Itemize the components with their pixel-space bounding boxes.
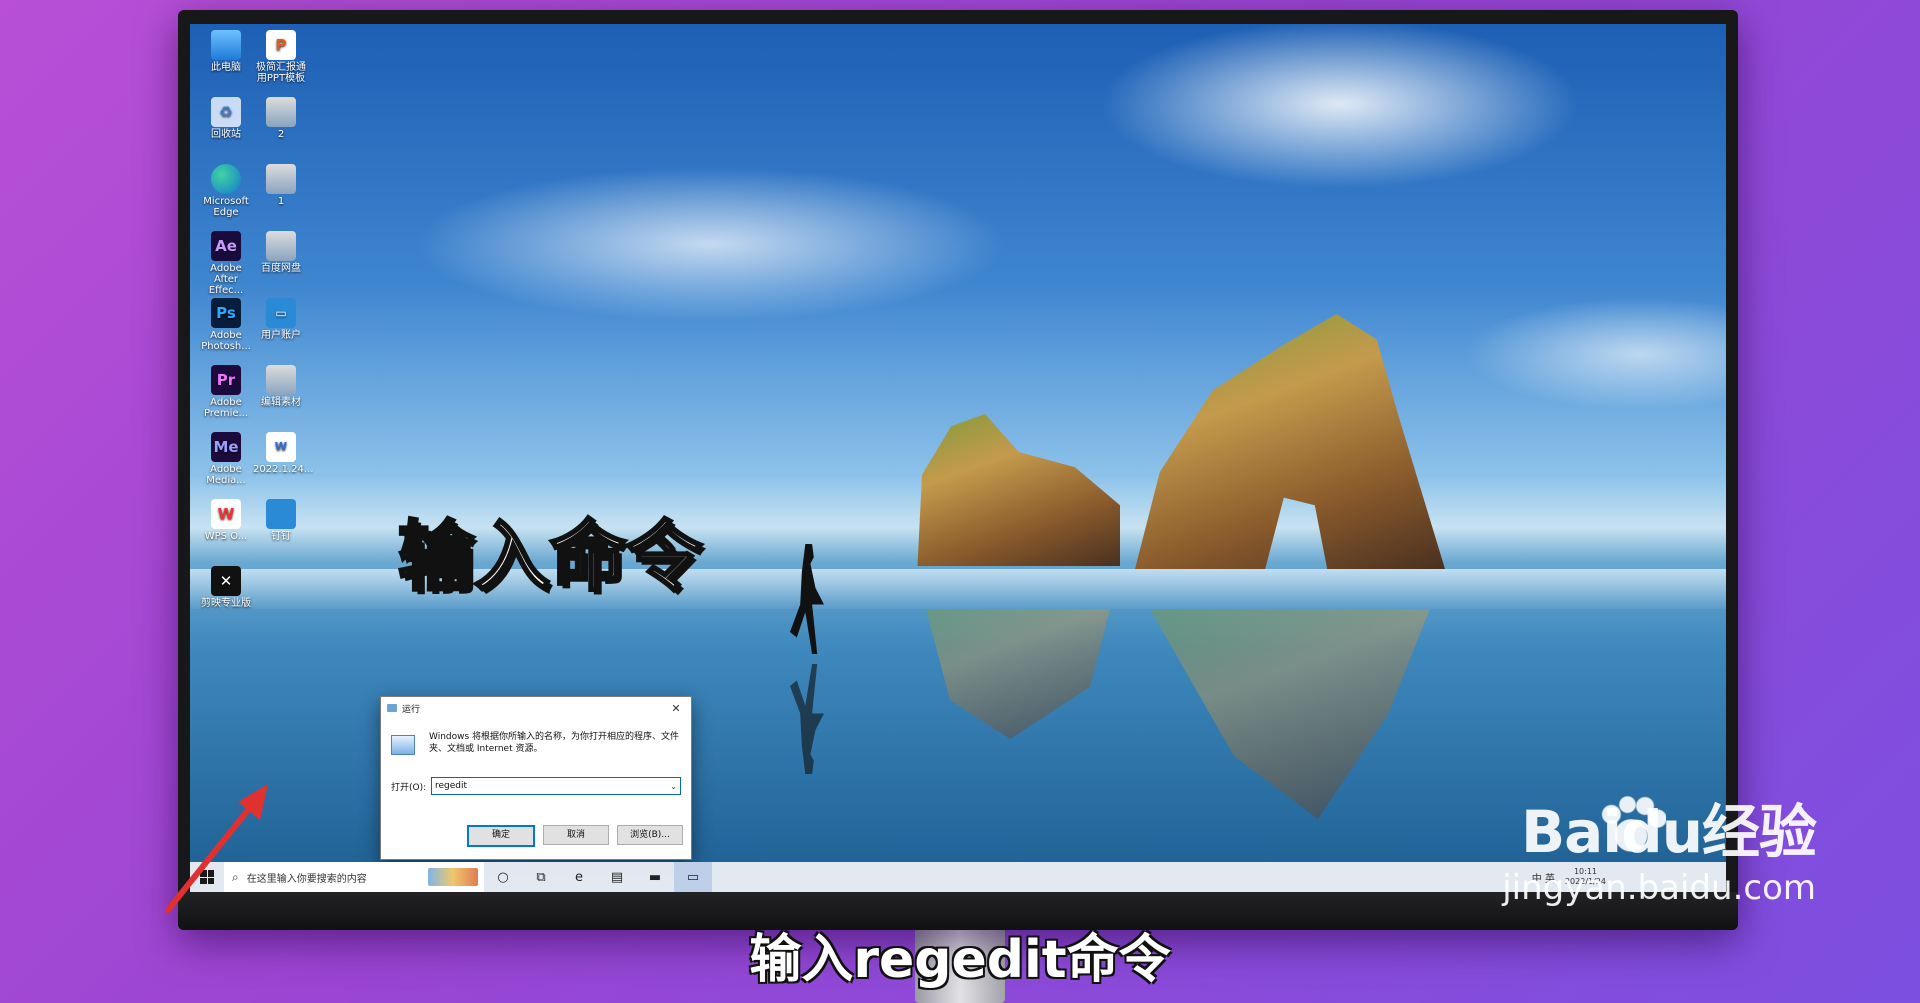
watermark-domain: jingyan.baidu.com bbox=[1502, 868, 1816, 908]
desktop-icon[interactable]: P 极简汇报通用PPT模板 bbox=[253, 30, 309, 84]
run-dialog-title: 运行 bbox=[402, 704, 421, 715]
run-dialog-description: Windows 将根据你所输入的名称，为你打开相应的程序、文件夹、文档或 Int… bbox=[429, 732, 680, 754]
desktop-screen: 此电脑 P 极简汇报通用PPT模板 ♻ 回收站 2 Microsoft Edge 1 Ae Ado… bbox=[190, 24, 1726, 892]
desktop-icon-label: Microsoft Edge bbox=[203, 196, 249, 218]
desktop-icon[interactable]: 百度网盘 bbox=[253, 231, 309, 274]
edge-taskbar-icon[interactable]: e bbox=[560, 862, 598, 892]
desktop-icon[interactable]: Pr Adobe Premie... bbox=[198, 365, 254, 419]
desktop-icon[interactable]: 1 bbox=[253, 164, 309, 207]
desktop-icon-label: 此电脑 bbox=[211, 62, 241, 73]
image-file-icon bbox=[266, 97, 296, 127]
browse-button[interactable]: 浏览(B)... bbox=[617, 825, 683, 845]
image-file-icon bbox=[266, 365, 296, 395]
desktop-icon[interactable]: 钉钉 bbox=[253, 499, 309, 542]
desktop-icon-label: Adobe Media... bbox=[206, 464, 246, 486]
wps-icon: W bbox=[211, 499, 241, 529]
video-subtitle: 输入regedit命令 bbox=[749, 930, 1171, 990]
desktop-icon[interactable]: W 2022.1.24... bbox=[253, 432, 313, 475]
desktop-icon[interactable]: 2 bbox=[253, 97, 309, 140]
desktop-icon-label: 回收站 bbox=[211, 129, 241, 140]
baidu-paw-icon bbox=[1596, 792, 1666, 862]
recycle-bin-icon: ♻ bbox=[211, 97, 241, 127]
desktop-icon[interactable]: Me Adobe Media... bbox=[198, 432, 254, 486]
desktop-icon[interactable]: Ps Adobe Photosh... bbox=[198, 298, 254, 352]
premiere-icon: Pr bbox=[211, 365, 241, 395]
app-taskbar-icon[interactable]: ▤ bbox=[598, 862, 636, 892]
desktop-icon[interactable]: ✕ 剪映专业版 bbox=[198, 566, 254, 609]
run-dialog: 运行 ✕ Windows 将根据你所输入的名称，为你打开相应的程序、文件夹、文档… bbox=[380, 696, 692, 860]
edge-icon bbox=[211, 164, 241, 194]
chevron-down-icon[interactable]: ⌄ bbox=[670, 782, 677, 791]
ok-button[interactable]: 确定 bbox=[467, 825, 535, 847]
run-icon bbox=[387, 704, 397, 712]
doc-file-icon: W bbox=[266, 432, 296, 462]
desktop-icon[interactable]: ▭ 用户账户 bbox=[253, 298, 309, 341]
desktop-icon-label: 剪映专业版 bbox=[201, 598, 251, 609]
image-file-icon bbox=[266, 164, 296, 194]
desktop-icon[interactable]: ♻ 回收站 bbox=[198, 97, 254, 140]
wallpaper-rock-right bbox=[1135, 314, 1445, 569]
web-shortcut-icon: ▭ bbox=[266, 298, 296, 328]
file-explorer-icon[interactable]: ▬ bbox=[636, 862, 674, 892]
cancel-button[interactable]: 取消 bbox=[543, 825, 609, 845]
image-file-icon bbox=[266, 231, 296, 261]
run-taskbar-icon[interactable]: ▭ bbox=[674, 862, 712, 892]
wallpaper-reflection-left bbox=[926, 609, 1110, 739]
wallpaper-reflection-right bbox=[1150, 609, 1430, 819]
desktop-icon-label: 用户账户 bbox=[261, 330, 301, 341]
monitor-frame: 此电脑 P 极简汇报通用PPT模板 ♻ 回收站 2 Microsoft Edge 1 Ae Ado… bbox=[178, 10, 1738, 930]
desktop-icon[interactable]: 此电脑 bbox=[198, 30, 254, 73]
photoshop-icon: Ps bbox=[211, 298, 241, 328]
run-dialog-titlebar[interactable]: 运行 ✕ bbox=[381, 697, 691, 719]
desktop-icon-label: 钉钉 bbox=[271, 531, 291, 542]
desktop-icon-label: Adobe Photosh... bbox=[201, 330, 251, 352]
taskbar: ⌕ 在这里输入你要搜索的内容 ○ ⧉ e ▤ ▬ ▭ 中 英 10:11 2022/1/2… bbox=[190, 862, 1726, 892]
desktop-icon-label: 2 bbox=[277, 129, 285, 140]
media-encoder-icon: Me bbox=[211, 432, 241, 462]
after-effects-icon: Ae bbox=[211, 231, 241, 261]
desktop-icon-label: 2022.1.24... bbox=[253, 464, 314, 475]
run-app-icon bbox=[391, 735, 415, 755]
desktop-icon-label: 1 bbox=[277, 196, 285, 207]
close-icon[interactable]: ✕ bbox=[667, 702, 685, 715]
desktop-icon[interactable]: Microsoft Edge bbox=[198, 164, 254, 218]
wallpaper-runner-reflection bbox=[790, 664, 824, 774]
pc-icon bbox=[211, 30, 241, 60]
desktop-icon-label: Adobe After Effec... bbox=[208, 263, 244, 296]
desktop-icon-label: 编辑素材 bbox=[261, 397, 301, 408]
desktop-icon-label: WPS O... bbox=[204, 531, 248, 542]
wallpaper-rock-left bbox=[917, 414, 1120, 566]
run-command-input[interactable]: regedit ⌄ bbox=[431, 777, 681, 795]
run-command-value: regedit bbox=[435, 781, 468, 791]
desktop-icon[interactable]: Ae Adobe After Effec... bbox=[198, 231, 254, 296]
pointer-arrow-icon bbox=[165, 784, 268, 913]
search-highlight-image bbox=[428, 868, 478, 886]
ppt-file-icon: P bbox=[266, 30, 296, 60]
open-label: 打开(O): bbox=[391, 782, 427, 793]
task-view-icon[interactable]: ⧉ bbox=[522, 862, 560, 892]
cortana-icon[interactable]: ○ bbox=[484, 862, 522, 892]
overlay-title: 输入命令 bbox=[397, 512, 704, 601]
desktop-icon-label: 极简汇报通用PPT模板 bbox=[256, 62, 306, 84]
capcut-icon: ✕ bbox=[211, 566, 241, 596]
baidu-watermark: Baidu经验 jingyan.baidu.com bbox=[1502, 792, 1817, 908]
desktop-icon-label: Adobe Premie... bbox=[203, 397, 249, 419]
desktop-icon[interactable]: 编辑素材 bbox=[253, 365, 309, 408]
dingtalk-icon bbox=[266, 499, 296, 529]
desktop-icon[interactable]: W WPS O... bbox=[198, 499, 254, 542]
desktop-icon-label: 百度网盘 bbox=[261, 263, 301, 274]
